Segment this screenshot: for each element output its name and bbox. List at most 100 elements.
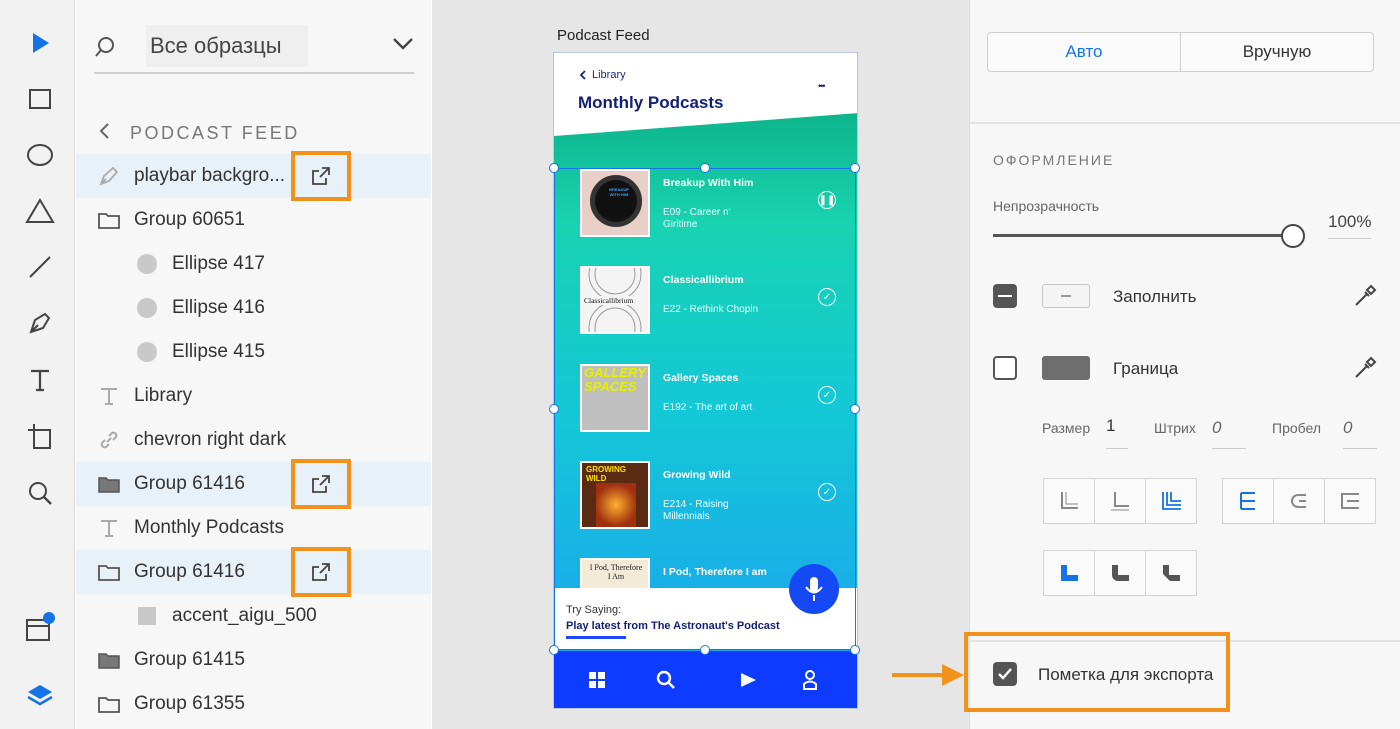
border-label: Граница (1113, 359, 1179, 378)
cap-round-button[interactable] (1273, 478, 1325, 524)
cap-square-button[interactable] (1324, 478, 1376, 524)
resize-handle[interactable] (549, 163, 559, 173)
layer-row[interactable]: Library (76, 374, 431, 418)
chevron-down-icon[interactable] (392, 36, 414, 57)
artboard-tool-icon[interactable] (22, 418, 58, 454)
opacity-slider-thumb[interactable] (1281, 224, 1305, 248)
text-icon (96, 383, 122, 409)
eyedropper-icon[interactable] (1353, 284, 1377, 313)
layer-row[interactable]: chevron right dark (76, 418, 431, 462)
assets-panel-icon[interactable] (22, 610, 58, 646)
text-icon (96, 515, 122, 541)
section-heading: ОФОРМЛЕНИЕ (993, 152, 1115, 168)
border-swatch[interactable] (1042, 356, 1090, 380)
join-round-icon (1112, 565, 1129, 581)
grid-icon[interactable] (588, 671, 606, 694)
zoom-tool-icon[interactable] (22, 475, 58, 511)
export-button[interactable] (291, 151, 351, 201)
circle-icon (134, 295, 160, 321)
folder-filled-icon (96, 647, 122, 673)
dash-field[interactable]: 0 (1212, 418, 1246, 449)
dash-label: Штрих (1154, 420, 1196, 436)
artboard-label[interactable]: Podcast Feed (557, 27, 650, 44)
folder-icon (96, 559, 122, 585)
resize-handle[interactable] (549, 404, 559, 414)
resize-handle[interactable] (850, 404, 860, 414)
design-canvas[interactable]: Podcast Feed Library Monthly Podcasts ••… (432, 0, 969, 729)
join-miter-button[interactable] (1043, 550, 1095, 596)
gap-label: Пробел (1272, 420, 1321, 436)
breadcrumb[interactable]: PODCAST FEED (98, 118, 300, 148)
stroke-outer-button[interactable] (1145, 478, 1197, 524)
layer-label: Ellipse 417 (172, 253, 265, 274)
layer-row[interactable]: Group 61415 (76, 638, 431, 682)
line-tool-icon[interactable] (22, 249, 58, 285)
play-icon[interactable] (739, 671, 757, 694)
chevron-left-icon[interactable] (98, 122, 110, 145)
eyedropper-icon[interactable] (1353, 356, 1377, 385)
fill-checkbox[interactable] (993, 284, 1017, 308)
select-tool-icon[interactable] (22, 25, 58, 61)
pen-tool-icon[interactable] (22, 305, 58, 341)
layer-row[interactable]: Group 61416 (76, 459, 431, 509)
stroke-center-button[interactable] (1094, 478, 1146, 524)
mode-manual-button[interactable]: Вручную (1180, 33, 1373, 71)
layers-panel: Все образцы PODCAST FEED playbar backgro… (76, 0, 431, 729)
layer-row[interactable]: Group 60651 (76, 198, 431, 242)
layer-row[interactable]: Ellipse 415 (76, 330, 431, 374)
layers-panel-icon[interactable] (22, 677, 58, 713)
pen-icon (96, 163, 122, 189)
opacity-slider-track[interactable] (993, 234, 1293, 237)
resize-handle[interactable] (850, 645, 860, 655)
stroke-inner-icon (1061, 492, 1078, 509)
search-bar[interactable]: Все образцы (94, 22, 414, 74)
more-icon[interactable]: ••• (818, 81, 826, 91)
stroke-center-icon (1111, 492, 1129, 511)
join-bevel-icon (1163, 565, 1180, 581)
link-icon (96, 427, 122, 453)
layer-row[interactable]: playbar backgro... (76, 151, 431, 201)
ellipse-tool-icon[interactable] (22, 137, 58, 173)
resize-handle[interactable] (700, 645, 710, 655)
layer-row[interactable]: accent_aigu_500 (76, 594, 431, 638)
layer-label: Group 60651 (134, 209, 245, 230)
responsive-mode-toggle[interactable]: Авто Вручную (987, 32, 1374, 72)
back-link[interactable]: Library (579, 69, 626, 81)
border-checkbox[interactable] (993, 356, 1017, 380)
search-input[interactable]: Все образцы (146, 25, 308, 67)
stroke-inner-button[interactable] (1043, 478, 1095, 524)
resize-handle[interactable] (700, 163, 710, 173)
export-button[interactable] (291, 547, 351, 597)
cap-square-icon (1341, 493, 1359, 509)
join-bevel-button[interactable] (1145, 550, 1197, 596)
polygon-tool-icon[interactable] (22, 193, 58, 229)
tools-toolbar (0, 0, 75, 729)
layer-row[interactable]: Group 61416 (76, 547, 431, 597)
resize-handle[interactable] (549, 645, 559, 655)
layer-row[interactable]: Monthly Podcasts (76, 506, 431, 550)
rectangle-tool-icon[interactable] (22, 81, 58, 117)
layer-row[interactable]: Ellipse 417 (76, 242, 431, 286)
mark-for-export-checkbox[interactable] (993, 662, 1017, 686)
gap-field[interactable]: 0 (1343, 418, 1377, 449)
mode-auto-button[interactable]: Авто (988, 33, 1180, 71)
checkmark-icon (998, 668, 1012, 680)
size-field[interactable]: 1 (1106, 416, 1128, 449)
user-icon[interactable] (802, 669, 818, 696)
search-icon[interactable] (656, 670, 676, 695)
breadcrumb-label: PODCAST FEED (130, 122, 300, 143)
layer-label: Group 61415 (134, 649, 245, 670)
fill-swatch[interactable] (1042, 284, 1090, 308)
layer-row[interactable]: Group 61355 (76, 682, 431, 726)
circle-icon (134, 339, 160, 365)
cap-butt-button[interactable] (1222, 478, 1274, 524)
text-tool-icon[interactable] (22, 362, 58, 398)
resize-handle[interactable] (850, 163, 860, 173)
circle-icon (134, 251, 160, 277)
opacity-label: Непрозрачность (993, 198, 1100, 214)
join-round-button[interactable] (1094, 550, 1146, 596)
opacity-value[interactable]: 100% (1328, 212, 1372, 239)
layer-row[interactable]: Ellipse 416 (76, 286, 431, 330)
bottom-nav (554, 651, 857, 708)
export-button[interactable] (291, 459, 351, 509)
